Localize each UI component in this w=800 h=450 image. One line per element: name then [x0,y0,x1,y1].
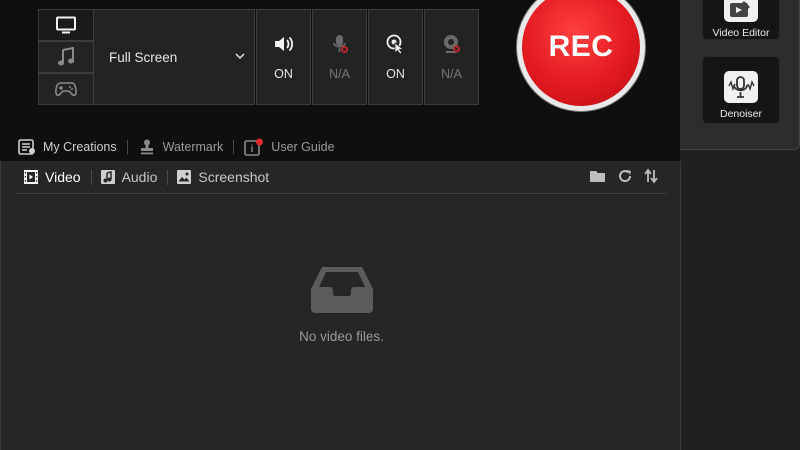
my-creations-link[interactable]: My Creations [18,139,117,155]
mouse-status: ON [386,67,405,81]
music-note-icon [100,170,115,184]
tab-video[interactable]: Video [15,169,91,185]
mouse-click-toggle[interactable]: ON [368,9,423,105]
empty-state: No video files. [1,263,682,344]
capture-mode-selector [38,9,94,105]
mode-screen-button[interactable] [38,9,94,41]
screen-area-value: Full Screen [109,49,178,65]
watermark-link[interactable]: Watermark [138,138,224,156]
video-editor-label: Video Editor [712,27,770,39]
watermark-stamp-icon [140,139,153,155]
denoiser-tool[interactable]: Denoiser [702,56,780,124]
mode-game-button[interactable] [38,73,94,105]
empty-message: No video files. [299,329,384,344]
music-note-icon [58,47,74,66]
tab-audio[interactable]: Audio [92,169,168,185]
user-guide-label: User Guide [271,140,335,154]
file-actions [589,168,659,184]
chevron-down-icon [235,53,245,60]
tab-screenshot[interactable]: Screenshot [168,169,279,185]
denoiser-label: Denoiser [719,108,763,120]
media-tabs: Video Audio Screenshot [15,161,667,194]
film-icon [24,170,38,184]
bottom-links: My Creations Watermark i User Guide [18,137,335,157]
recorder-toolbar: Full Screen ON N/A ON N/A REC My Creatio… [0,0,680,161]
open-folder-icon[interactable] [589,168,607,184]
video-editor-icon [724,0,758,22]
divider [126,140,128,154]
rec-button-ring: REC [517,0,645,111]
divider [233,140,235,154]
user-guide-link[interactable]: i User Guide [244,138,335,156]
gamepad-icon [55,82,77,97]
video-editor-tool[interactable]: Video Editor [702,0,780,40]
refresh-icon[interactable] [617,168,633,184]
image-icon [177,170,192,184]
tab-screenshot-label: Screenshot [198,169,270,185]
speaker-toggle[interactable]: ON [256,9,311,105]
monitor-icon [56,16,76,34]
webcam-status: N/A [441,67,462,81]
watermark-label: Watermark [162,140,224,154]
speaker-icon [274,36,293,52]
rec-button[interactable]: REC [522,0,640,106]
my-creations-label: My Creations [43,140,117,154]
tab-audio-label: Audio [121,169,158,185]
mode-audio-button[interactable] [38,41,94,73]
folder-list-icon [18,139,35,155]
sort-icon[interactable] [643,168,659,184]
webcam-off-icon [443,35,460,53]
user-guide-icon: i [244,138,264,156]
files-panel: Video Audio Screenshot No video files. [0,161,681,450]
microphone-toggle[interactable]: N/A [312,9,367,105]
screen-area-dropdown[interactable]: Full Screen [93,9,255,105]
denoiser-icon [724,71,758,103]
tab-video-label: Video [45,169,81,185]
mouse-click-icon [386,34,404,55]
speaker-status: ON [274,67,293,81]
tools-panel: Video Editor Denoiser [680,0,800,150]
svg-text:i: i [251,144,254,155]
webcam-toggle[interactable]: N/A [424,9,479,105]
empty-inbox-icon [310,267,373,313]
microphone-off-icon [332,35,348,53]
microphone-status: N/A [329,67,350,81]
rec-label: REC [548,30,614,63]
